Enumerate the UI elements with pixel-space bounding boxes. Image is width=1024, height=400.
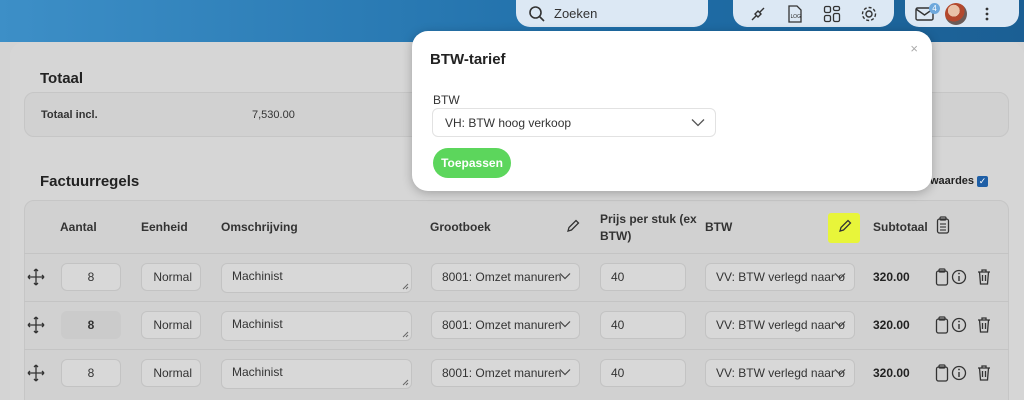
- col-aantal: Aantal: [60, 220, 97, 234]
- chevron-down-icon: [834, 321, 846, 328]
- row-separator: [24, 253, 1009, 254]
- chevron-down-icon: [834, 369, 846, 376]
- edit-btw-icon[interactable]: [837, 218, 853, 234]
- waardes-label: waardes: [930, 175, 975, 187]
- trash-icon[interactable]: [975, 268, 993, 286]
- clipboard-icon[interactable]: [935, 316, 949, 334]
- drag-handle-icon[interactable]: [27, 364, 45, 382]
- subtotaal-value: 320.00: [873, 270, 910, 284]
- more-vertical-icon[interactable]: [977, 4, 997, 24]
- chevron-down-icon: [559, 273, 571, 280]
- chevron-down-icon: [559, 369, 571, 376]
- prijs-input[interactable]: 40: [600, 263, 686, 291]
- row-actions: [935, 364, 993, 382]
- trash-icon[interactable]: [975, 364, 993, 382]
- btw-tarief-modal: BTW-tarief × BTW VH: BTW hoog verkoop To…: [412, 31, 932, 191]
- btw-value: VV: BTW verlegd naar o: [716, 270, 845, 284]
- log-file-icon[interactable]: LOG: [785, 4, 805, 24]
- col-prijs-line1: Prijs per stuk (ex: [600, 212, 697, 226]
- dashboard-icon[interactable]: [822, 4, 842, 24]
- col-grootboek: Grootboek: [430, 220, 491, 234]
- eenheid-input[interactable]: Normal: [141, 311, 201, 339]
- aantal-input[interactable]: 8: [61, 311, 121, 339]
- grootboek-value: 8001: Omzet manuren: [442, 318, 562, 332]
- user-area: 4: [905, 0, 1019, 27]
- omschrijving-textarea[interactable]: Machinist: [221, 359, 412, 389]
- info-icon[interactable]: [951, 317, 967, 333]
- omschrijving-text: Machinist: [232, 365, 283, 379]
- totaal-heading: Totaal: [40, 70, 84, 87]
- row-actions: [935, 316, 993, 334]
- btw-select[interactable]: VH: BTW hoog verkoop: [432, 108, 716, 137]
- grootboek-value: 8001: Omzet manuren: [442, 270, 562, 284]
- btw-select[interactable]: VV: BTW verlegd naar o: [705, 311, 855, 339]
- btw-select[interactable]: VV: BTW verlegd naar o: [705, 263, 855, 291]
- btw-field-label: BTW: [433, 93, 460, 107]
- resize-handle-icon[interactable]: [401, 378, 409, 386]
- col-omschrijving: Omschrijving: [221, 220, 298, 234]
- close-icon[interactable]: ×: [910, 41, 918, 56]
- chevron-down-icon: [834, 273, 846, 280]
- row-separator: [24, 349, 1009, 350]
- clipboard-icon[interactable]: [935, 364, 949, 382]
- aantal-input[interactable]: 8: [61, 359, 121, 387]
- waardes-toggle[interactable]: waardes ✓: [930, 175, 989, 187]
- omschrijving-text: Machinist: [232, 269, 283, 283]
- grootboek-select[interactable]: 8001: Omzet manuren: [431, 311, 580, 339]
- btw-select[interactable]: VV: BTW verlegd naar o: [705, 359, 855, 387]
- btw-value: VV: BTW verlegd naar o: [716, 318, 845, 332]
- eenheid-input[interactable]: Normal: [141, 263, 201, 291]
- grootboek-select[interactable]: 8001: Omzet manuren: [431, 359, 580, 387]
- drag-handle-icon[interactable]: [27, 268, 45, 286]
- col-subtotaal: Subtotaal: [873, 220, 928, 234]
- resize-handle-icon[interactable]: [401, 330, 409, 338]
- chevron-down-icon: [559, 321, 571, 328]
- apply-button[interactable]: Toepassen: [433, 148, 511, 178]
- aantal-input[interactable]: 8: [61, 263, 121, 291]
- prijs-input[interactable]: 40: [600, 359, 686, 387]
- omschrijving-text: Machinist: [232, 317, 283, 331]
- search-icon: [529, 5, 545, 22]
- info-icon[interactable]: [951, 365, 967, 381]
- totaal-incl-value: 7,530.00: [252, 109, 295, 121]
- notification-badge: 4: [929, 2, 940, 14]
- trash-icon[interactable]: [975, 316, 993, 334]
- col-btw: BTW: [705, 220, 733, 234]
- subtotaal-value: 320.00: [873, 318, 910, 332]
- info-icon[interactable]: [951, 269, 967, 285]
- mail-icon[interactable]: 4: [915, 2, 940, 24]
- waardes-checkbox[interactable]: ✓: [977, 175, 989, 187]
- row-actions: [935, 268, 993, 286]
- edit-grootboek-icon[interactable]: [565, 218, 581, 234]
- btw-selected-value: VH: BTW hoog verkoop: [445, 115, 572, 130]
- btw-value: VV: BTW verlegd naar o: [716, 366, 845, 380]
- resize-handle-icon[interactable]: [401, 282, 409, 290]
- prijs-input[interactable]: 40: [600, 311, 686, 339]
- factuurregels-heading: Factuurregels: [40, 173, 140, 190]
- search-box[interactable]: Zoeken: [516, 0, 708, 27]
- omschrijving-textarea[interactable]: Machinist: [221, 263, 412, 293]
- col-prijs-line2: BTW): [600, 229, 632, 243]
- plug-icon[interactable]: [748, 4, 768, 24]
- col-eenheid: Eenheid: [141, 220, 188, 234]
- avatar[interactable]: [945, 2, 967, 25]
- col-prijs: Prijs per stuk (ex BTW): [600, 211, 697, 245]
- clipboard-icon[interactable]: [935, 268, 949, 286]
- search-placeholder: Zoeken: [554, 6, 598, 21]
- row-separator: [24, 301, 1009, 302]
- gear-icon[interactable]: [859, 4, 879, 24]
- grootboek-value: 8001: Omzet manuren: [442, 366, 562, 380]
- drag-handle-icon[interactable]: [27, 316, 45, 334]
- omschrijving-textarea[interactable]: Machinist: [221, 311, 412, 341]
- grootboek-select[interactable]: 8001: Omzet manuren: [431, 263, 580, 291]
- chevron-down-icon: [691, 119, 705, 127]
- modal-title: BTW-tarief: [430, 51, 506, 68]
- clipboard-list-icon[interactable]: [936, 216, 950, 234]
- svg-text:LOG: LOG: [790, 14, 801, 20]
- eenheid-input[interactable]: Normal: [141, 359, 201, 387]
- subtotaal-value: 320.00: [873, 366, 910, 380]
- toolbar-icons: LOG: [733, 0, 894, 27]
- totaal-incl-label: Totaal incl.: [41, 109, 98, 121]
